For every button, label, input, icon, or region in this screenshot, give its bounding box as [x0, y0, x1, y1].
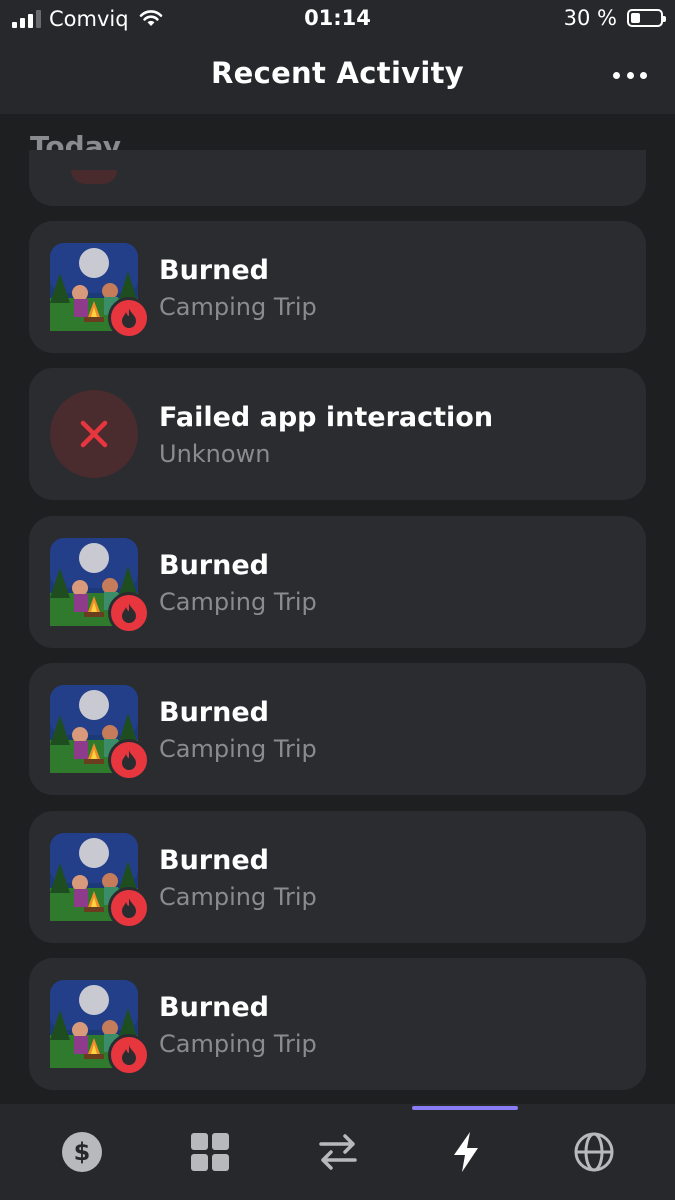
- activity-item[interactable]: Burned Camping Trip: [29, 663, 646, 795]
- active-tab-indicator: [412, 1106, 518, 1110]
- fire-icon: [108, 739, 150, 781]
- dollar-icon: $: [61, 1132, 102, 1172]
- tab-wallet[interactable]: $: [14, 1104, 149, 1200]
- activity-item[interactable]: Failed app interaction Unknown: [29, 368, 646, 500]
- activity-title: Burned: [159, 845, 269, 876]
- tab-transfer[interactable]: [270, 1104, 405, 1200]
- status-bar: Comviq 01:14 30 %: [0, 0, 675, 40]
- battery-percentage: 30 %: [563, 6, 617, 30]
- globe-icon: [574, 1132, 613, 1172]
- fire-icon: [108, 1034, 150, 1076]
- grid-icon: [190, 1133, 229, 1171]
- header: Comviq 01:14 30 % Recent Activity: [0, 0, 675, 114]
- x-icon: [50, 390, 138, 478]
- activity-item[interactable]: Burned Camping Trip: [29, 516, 646, 648]
- svg-text:$: $: [73, 1138, 90, 1166]
- activity-subtitle: Camping Trip: [159, 588, 317, 616]
- tab-activity[interactable]: [398, 1104, 533, 1200]
- tab-browser[interactable]: [526, 1104, 661, 1200]
- activity-subtitle: Camping Trip: [159, 735, 317, 763]
- activity-item-partial[interactable]: [29, 150, 646, 206]
- tab-collection[interactable]: [142, 1104, 277, 1200]
- activity-title: Failed app interaction: [159, 402, 494, 433]
- more-options-icon[interactable]: [613, 63, 647, 87]
- activity-subtitle: Camping Trip: [159, 1030, 317, 1058]
- battery-icon: [627, 9, 666, 27]
- activity-title: Burned: [159, 255, 269, 286]
- activity-subtitle: Unknown: [159, 440, 271, 468]
- activity-title: Burned: [159, 697, 269, 728]
- activity-item[interactable]: Burned Camping Trip: [29, 221, 646, 353]
- activity-subtitle: Camping Trip: [159, 293, 317, 321]
- activity-item[interactable]: Burned Camping Trip: [29, 958, 646, 1090]
- activity-title: Burned: [159, 992, 269, 1023]
- fire-icon: [108, 592, 150, 634]
- tab-bar: $: [0, 1104, 675, 1200]
- fire-icon: [71, 170, 117, 184]
- fire-icon: [108, 887, 150, 929]
- lightning-icon: [453, 1132, 478, 1172]
- page-title: Recent Activity: [210, 56, 464, 90]
- activity-item[interactable]: Burned Camping Trip: [29, 811, 646, 943]
- fire-icon: [108, 297, 150, 339]
- activity-title: Burned: [159, 550, 269, 581]
- transfer-icon: [318, 1134, 357, 1170]
- activity-subtitle: Camping Trip: [159, 883, 317, 911]
